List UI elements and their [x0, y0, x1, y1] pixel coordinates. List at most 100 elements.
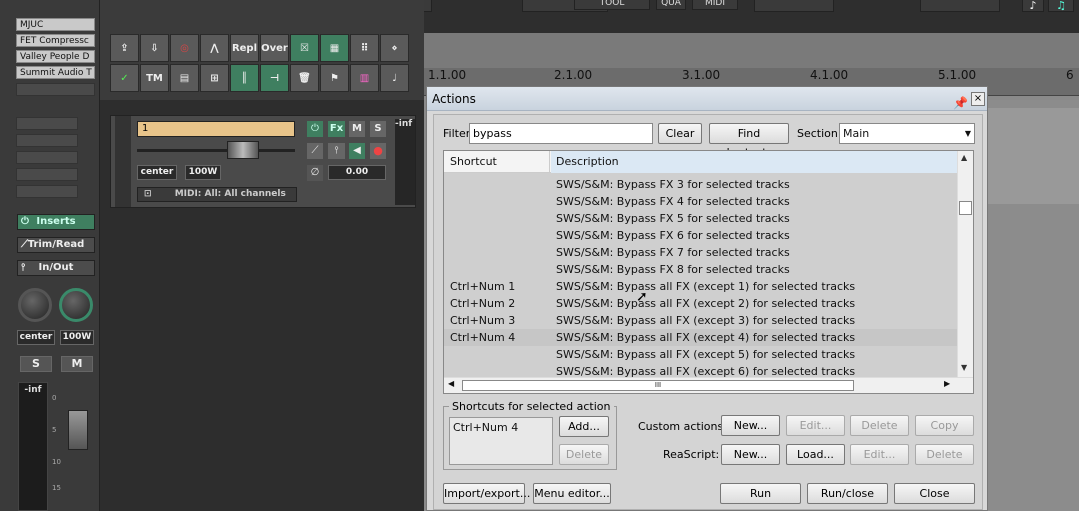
track-volume-value[interactable]: 0.00 [328, 165, 386, 180]
filter-input[interactable] [469, 123, 653, 144]
track-mute-button[interactable]: M [349, 121, 365, 137]
snap-icon[interactable]: ⊞ [200, 64, 229, 92]
reascript-delete-button[interactable]: Delete [915, 444, 974, 465]
fx-slot[interactable]: Summit Audio T [16, 66, 95, 79]
list-item[interactable]: SWS/S&M: Bypass FX 4 for selected tracks [444, 193, 957, 210]
send-slot[interactable] [16, 151, 78, 164]
routing-icon[interactable]: ⫯ [328, 143, 345, 159]
grid-icon[interactable]: ⠿ [350, 34, 379, 62]
top-button-5[interactable] [920, 0, 1000, 12]
reascript-edit-button[interactable]: Edit... [850, 444, 909, 465]
solo-button[interactable]: S [20, 356, 52, 372]
scroll-right-icon[interactable]: ▶ [944, 379, 950, 388]
walk-icon[interactable]: ⚑ [320, 64, 349, 92]
note-icon[interactable]: ♪ [1022, 0, 1044, 12]
tm-button[interactable]: TM [140, 64, 169, 92]
width-knob[interactable] [59, 288, 93, 322]
list-item-selected[interactable]: Ctrl+Num 4 SWS/S&M: Bypass all FX (except… [444, 329, 957, 346]
vertical-scroll-thumb[interactable] [959, 201, 972, 215]
clear-button[interactable]: Clear [658, 123, 702, 144]
send-slot[interactable] [16, 168, 78, 181]
section-select[interactable]: Main ▼ [839, 123, 975, 144]
track-header[interactable]: 1 center 100W ⊡ MIDI: All: All channels … [110, 115, 416, 208]
bars-icon[interactable]: ║ [230, 64, 259, 92]
send-slot[interactable] [16, 134, 78, 147]
pan-value[interactable]: center [17, 330, 55, 345]
top-button-4[interactable] [754, 0, 834, 12]
dialog-titlebar[interactable]: Actions 📌 × [427, 87, 987, 111]
list-item[interactable]: SWS/S&M: Bypass FX 3 for selected tracks [444, 176, 957, 193]
list-item[interactable]: SWS/S&M: Bypass FX 6 for selected tracks [444, 227, 957, 244]
send-slot[interactable] [16, 185, 78, 198]
split-icon[interactable]: ⊣ [260, 64, 289, 92]
nodes-icon[interactable]: ⋄ [380, 34, 409, 62]
width-value[interactable]: 100W [60, 330, 94, 345]
phase-icon[interactable]: ∅ [307, 165, 323, 181]
loop-icon[interactable]: ◎ [170, 34, 199, 62]
chip-check-icon[interactable]: ✓ [110, 64, 139, 92]
inserts-button[interactable]: ⏻ Inserts [17, 214, 95, 230]
tool-button[interactable]: TOOL [574, 0, 650, 10]
add-shortcut-button[interactable]: Add... [559, 416, 609, 437]
list-item[interactable]: Ctrl+Num 3 SWS/S&M: Bypass all FX (except… [444, 312, 957, 329]
menu-editor-button[interactable]: Menu editor... [533, 483, 611, 504]
horizontal-scroll-thumb[interactable]: III [462, 380, 854, 391]
color-icon[interactable]: ▥ [350, 64, 379, 92]
pan-knob[interactable] [18, 288, 52, 322]
shortcut-list[interactable]: Ctrl+Num 4 [449, 417, 553, 465]
replace-button[interactable]: Repl [230, 34, 259, 62]
list-item[interactable]: SWS/S&M: Bypass FX 5 for selected tracks [444, 210, 957, 227]
trash-icon[interactable]: 🗑 [290, 64, 319, 92]
volume-fader[interactable] [68, 410, 88, 450]
volume-slider-track[interactable] [137, 149, 295, 152]
column-header-description[interactable]: Description [551, 151, 957, 173]
close-icon[interactable]: × [971, 92, 985, 106]
guitar-icon[interactable]: ♩ [380, 64, 409, 92]
fx-slot[interactable]: FET Compressc [16, 34, 95, 47]
io-button[interactable]: ⫯ In/Out [17, 260, 95, 276]
reascript-new-button[interactable]: New... [721, 444, 780, 465]
list-item[interactable]: SWS/S&M: Bypass all FX (except 5) for se… [444, 346, 957, 363]
list-item[interactable]: Ctrl+Num 2 SWS/S&M: Bypass all FX (except… [444, 295, 957, 312]
automation-mode-button[interactable]: ⟋ Trim/Read [17, 237, 95, 253]
midi-button[interactable]: MIDI [692, 0, 738, 10]
actions-list[interactable]: Shortcut Description ˄ SWS/S&M: Bypass F… [443, 150, 974, 394]
track-solo-button[interactable]: S [370, 121, 386, 137]
list-item[interactable]: SWS/S&M: Bypass FX 8 for selected tracks [444, 261, 957, 278]
ripple-icon[interactable]: ⋀ [200, 34, 229, 62]
volume-slider-thumb[interactable] [227, 141, 259, 159]
custom-edit-button[interactable]: Edit... [786, 415, 845, 436]
envelope-icon[interactable]: ⟋ [307, 143, 323, 159]
delete-shortcut-button[interactable]: Delete [559, 444, 609, 465]
mute-button[interactable]: M [61, 356, 93, 372]
grid-group-icon[interactable]: ▦ [320, 34, 349, 62]
shortcut-item[interactable]: Ctrl+Num 4 [453, 421, 518, 434]
close-button[interactable]: Close [894, 483, 975, 504]
horizontal-scrollbar[interactable]: ◀ III ▶ [444, 377, 973, 393]
import-export-button[interactable]: Import/export... [443, 483, 530, 504]
scroll-down-icon[interactable]: ▼ [961, 363, 967, 372]
fx-slot[interactable]: Valley People D [16, 50, 95, 63]
midi-input-select[interactable]: ⊡ MIDI: All: All channels [137, 187, 297, 202]
column-header-shortcut[interactable]: Shortcut [444, 151, 550, 173]
monitor-icon[interactable]: ◀ [349, 143, 365, 159]
overdub-button[interactable]: Over [260, 34, 289, 62]
find-shortcut-button[interactable]: Find shortcut... [709, 123, 789, 159]
custom-delete-button[interactable]: Delete [850, 415, 909, 436]
scroll-left-icon[interactable]: ◀ [448, 379, 454, 388]
scroll-up-icon[interactable]: ▲ [961, 153, 967, 162]
reascript-load-button[interactable]: Load... [786, 444, 845, 465]
pin-icon[interactable]: 📌 [953, 91, 968, 115]
import-down-icon[interactable]: ⇩ [140, 34, 169, 62]
track-pan-value[interactable]: center [137, 165, 177, 180]
custom-new-button[interactable]: New... [721, 415, 780, 436]
track-name-field[interactable]: 1 [137, 121, 295, 137]
send-slot[interactable] [16, 117, 78, 130]
vertical-scrollbar[interactable]: ▲ ▼ [957, 151, 973, 377]
crossfade-icon[interactable]: ☒ [290, 34, 319, 62]
note-add-icon[interactable]: ♫ [1048, 0, 1074, 12]
fx-slot-empty[interactable] [16, 83, 95, 96]
track-width-value[interactable]: 100W [185, 165, 221, 180]
run-button[interactable]: Run [720, 483, 801, 504]
import-up-icon[interactable]: ⇪ [110, 34, 139, 62]
